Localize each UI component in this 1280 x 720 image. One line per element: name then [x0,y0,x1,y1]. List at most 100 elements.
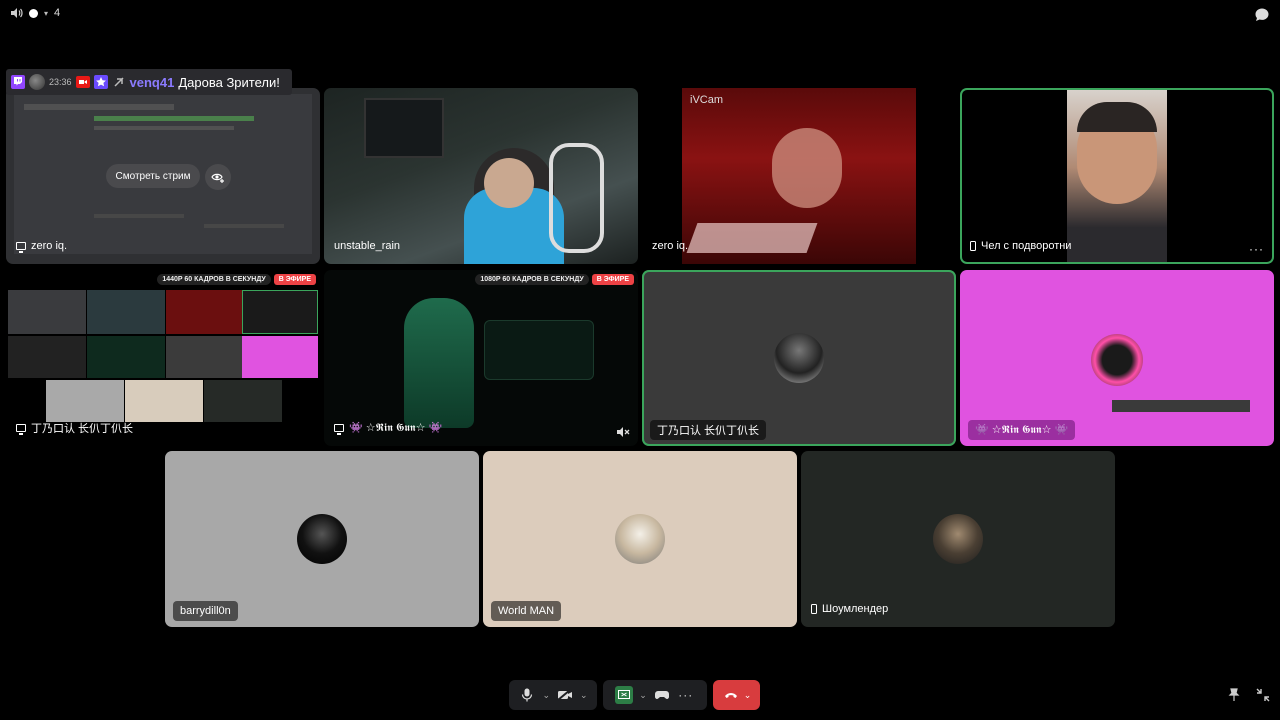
participant-name: World MAN [498,605,555,617]
mini-tile [166,290,244,334]
collapse-icon[interactable] [1256,688,1270,702]
chair-shape [549,143,604,253]
camera-badge-icon [75,76,90,88]
audio-video-controls: ⌄ ⌄ [509,680,597,710]
quality-badge: 1440P 60 КАДРОВ В СЕКУНДУ [157,274,271,285]
camera-button[interactable] [556,686,574,704]
stream-badges: 1440P 60 КАДРОВ В СЕКУНДУ В ЭФИРЕ [157,274,316,285]
microphone-button[interactable] [518,686,536,704]
tile-stream-preview[interactable]: Смотреть стрим zero iq. [6,88,320,264]
microphone-icon [522,688,533,702]
participant-name: 丁乃口认 长仈丁仈长 [31,423,134,435]
mini-tile [166,336,244,378]
tile-label: 👾 ☆𝕽𝖎𝖓 𝕲𝖚𝖓☆ 👾 [334,418,442,438]
quality-badge: 1080P 60 КАДРОВ В СЕКУНДУ [475,274,589,285]
tile-barry[interactable]: barrydill0n [165,451,479,627]
chat-time: 23:36 [49,77,72,87]
avatar [297,514,347,564]
avatar [774,333,824,383]
tile-showman[interactable]: Шоумлендер [801,451,1115,627]
tile-rin-stream[interactable]: 1080P 60 КАДРОВ В СЕКУНДУ В ЭФИРЕ 👾 ☆𝕽𝖎𝖓… [324,270,638,446]
tile-chel[interactable]: Чел с подворотни ··· [960,88,1274,264]
camera-feed: iVCam [682,88,916,264]
tile-ivcam[interactable]: iVCam zero iq. [642,88,956,264]
camera-off-icon [557,689,572,701]
participant-name: Чел с подворотни [981,240,1072,252]
keyboard-shape [686,223,818,253]
chat-bubble-icon[interactable] [1254,7,1270,23]
tile-label: Чел с подворотни [970,236,1071,256]
activity-controls: ⌄ ··· [603,680,707,710]
chevron-down-icon[interactable]: ⌄ [580,690,588,701]
person-shape [772,128,842,208]
viewer-count: 4 [54,7,61,19]
tile-label: zero iq. [652,236,688,256]
chevron-down-icon[interactable]: ⌄ [542,690,550,701]
chevron-down-icon: ▾ [44,8,49,18]
participant-name: Шоумлендер [822,603,889,615]
voice-channel-status[interactable]: ▾ 4 [10,7,60,19]
dialogue-box [484,320,594,380]
tile-label: 丁乃口认 长仈丁仈长 [16,418,133,438]
mini-tile [87,290,165,334]
participant-name: zero iq. [31,240,68,252]
hang-up-icon [724,693,737,698]
tile-label: unstable_rain [334,236,400,256]
tile-label: zero iq. [16,236,67,256]
stream-badges: 1080P 60 КАДРОВ В СЕКУНДУ В ЭФИРЕ [475,274,634,285]
eye-plus-icon [211,173,224,183]
mini-tile [46,380,124,422]
add-viewer-button[interactable] [205,164,231,190]
ivcam-watermark: iVCam [690,94,724,106]
participant-name: zero iq. [652,240,689,252]
mini-tile [242,336,318,378]
star-badge-icon [93,75,108,89]
mini-tile [125,380,203,422]
more-options-icon[interactable]: ··· [1249,242,1264,256]
tile-user-pink[interactable]: 👾 ☆𝕽𝖎𝖓 𝕲𝖚𝖓☆ 👾 [960,270,1274,446]
live-badge: В ЭФИРЕ [273,274,316,285]
green-figure [404,298,474,428]
window-shape [364,98,444,158]
chevron-down-icon[interactable]: ⌄ [744,690,752,701]
tile-world-man[interactable]: World MAN [483,451,797,627]
more-actions-button[interactable]: ··· [677,686,695,704]
overlay-bar [1112,400,1250,412]
muted-speaker-icon[interactable] [616,426,630,438]
participant-name: 👾 ☆𝕽𝖎𝖓 𝕲𝖚𝖓☆ 👾 [349,422,443,434]
end-call-control: ⌄ [713,680,760,710]
camera-feed [1067,90,1167,262]
twitch-icon [11,75,25,89]
participant-name: 👾 ☆𝕽𝖎𝖓 𝕲𝖚𝖓☆ 👾 [975,424,1069,436]
tile-label: 👾 ☆𝕽𝖎𝖓 𝕲𝖚𝖓☆ 👾 [968,420,1076,440]
person-face [484,158,534,208]
screen-share-icon [16,424,26,435]
chat-username: venq41 [129,74,175,90]
twitch-chat-overlay: 23:36 venq41 Дарова Зрители! [6,69,292,95]
watch-stream-button[interactable]: Смотреть стрим [106,164,200,188]
participant-name: 丁乃口认 长仈丁仈长 [657,425,760,437]
mini-tile [87,336,165,378]
tile-screen-grid[interactable]: 1440P 60 КАДРОВ В СЕКУНДУ В ЭФИРЕ 丁乃口认 长… [6,270,320,446]
tile-label: barrydill0n [173,601,238,621]
mini-tile [242,290,318,334]
mobile-icon [970,241,976,251]
tile-label: Шоумлендер [811,599,888,619]
tile-label: World MAN [491,601,562,621]
participant-name: unstable_rain [334,240,401,252]
more-icon: ··· [678,688,694,702]
link-badge-icon [114,77,124,87]
pin-icon[interactable] [1228,688,1240,702]
disconnect-button[interactable] [722,686,740,704]
chatter-avatar [29,74,45,90]
mini-tile [204,380,282,422]
avatar [933,514,983,564]
chat-message: Дарова Зрители! [178,74,280,90]
screen-share-button[interactable] [615,686,634,704]
avatar [615,514,665,564]
activities-button[interactable] [653,686,671,704]
tile-user-gray[interactable]: 丁乃口认 长仈丁仈长 [642,270,956,446]
chevron-down-icon[interactable]: ⌄ [639,690,647,701]
person-hair [1077,102,1157,132]
tile-unstable-rain[interactable]: unstable_rain [324,88,638,264]
